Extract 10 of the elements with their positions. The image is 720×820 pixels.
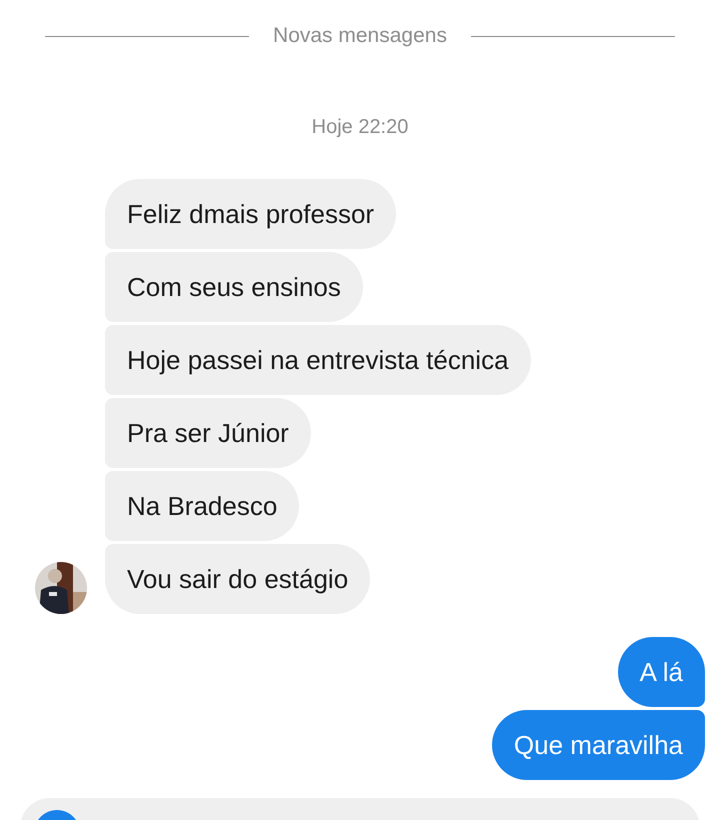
received-message: Na Bradesco bbox=[105, 471, 300, 541]
new-messages-divider: Novas mensagens bbox=[273, 24, 447, 48]
timestamp: Hoje 22:20 bbox=[310, 116, 410, 139]
received-message: Hoje passei na entrevista técnica bbox=[105, 325, 531, 395]
sent-message: A lá bbox=[618, 637, 705, 707]
sent-message: Que maravilha bbox=[492, 710, 705, 780]
received-message: Vou sair do estágio bbox=[105, 544, 370, 614]
received-message: Pra ser Júnior bbox=[105, 398, 311, 468]
received-message: Feliz dmais professor bbox=[105, 179, 396, 249]
received-message: Com seus ensinos bbox=[105, 252, 363, 322]
